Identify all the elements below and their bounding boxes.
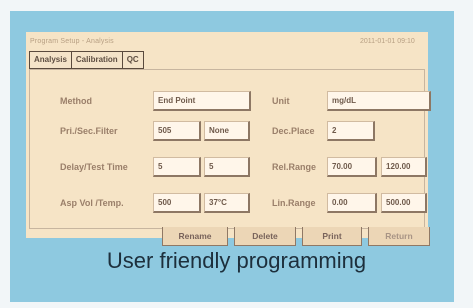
temperature-field[interactable]: 37°C <box>204 193 250 213</box>
filter-label: Pri./Sec.Filter <box>60 126 118 136</box>
return-button[interactable]: Return <box>368 227 430 246</box>
lin-range-low-field[interactable]: 0.00 <box>327 193 377 213</box>
primary-filter-field[interactable]: 505 <box>153 121 201 141</box>
tab-qc[interactable]: QC <box>122 51 144 69</box>
caption: User friendly programming <box>106 248 367 273</box>
dec-place-field[interactable]: 2 <box>327 121 375 141</box>
tab-calibration[interactable]: Calibration <box>71 51 123 69</box>
delete-button[interactable]: Delete <box>234 227 296 246</box>
test-time-field[interactable]: 5 <box>204 157 250 177</box>
method-field[interactable]: End Point <box>153 91 251 111</box>
screen-time: 2011-01-01 09:10 <box>360 38 415 45</box>
delay-label: Delay/Test Time <box>60 162 128 172</box>
tab-analysis[interactable]: Analysis <box>29 51 72 69</box>
secondary-filter-field[interactable]: None <box>204 121 250 141</box>
asp-vol-label: Asp Vol /Temp. <box>60 198 124 208</box>
screen-title: Program Setup - Analysis <box>30 38 114 45</box>
delay-time-field[interactable]: 5 <box>153 157 201 177</box>
tab-bar: Analysis Calibration QC <box>29 51 144 69</box>
lin-range-high-field[interactable]: 500.00 <box>381 193 427 213</box>
method-label: Method <box>60 96 92 106</box>
rel-range-label: Rel.Range <box>272 162 317 172</box>
unit-label: Unit <box>272 96 290 106</box>
rel-range-low-field[interactable]: 70.00 <box>327 157 377 177</box>
print-button[interactable]: Print <box>302 227 362 246</box>
dec-place-label: Dec.Place <box>272 126 315 136</box>
rename-button[interactable]: Rename <box>162 227 228 246</box>
lin-range-label: Lin.Range <box>272 198 316 208</box>
rel-range-high-field[interactable]: 120.00 <box>381 157 427 177</box>
unit-field[interactable]: mg/dL <box>327 91 431 111</box>
asp-vol-field[interactable]: 500 <box>153 193 201 213</box>
